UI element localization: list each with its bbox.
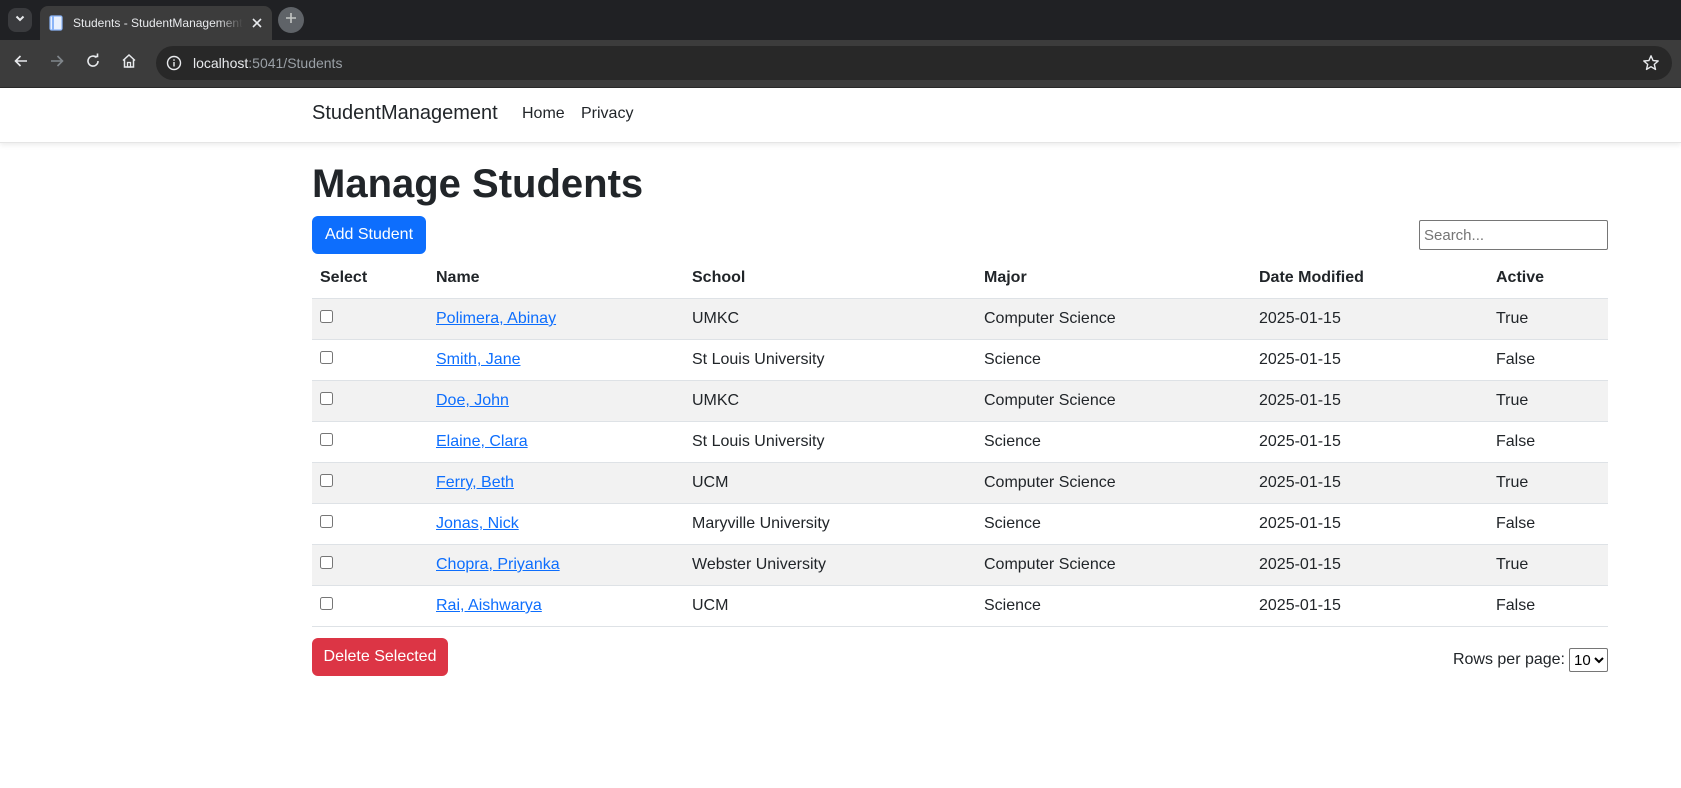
site-navbar: StudentManagement Home Privacy	[0, 88, 1681, 143]
info-icon[interactable]	[164, 53, 184, 73]
cell-major: Science	[976, 503, 1251, 545]
table-header-row: Select Name School Major Date Modified A…	[312, 258, 1608, 299]
cell-school: UMKC	[684, 380, 976, 422]
row-select-checkbox[interactable]	[320, 556, 333, 570]
student-name-link[interactable]: Polimera, Abinay	[436, 310, 556, 327]
browser-tab-active[interactable]: Students - StudentManagement	[40, 6, 272, 40]
cell-major: Science	[976, 585, 1251, 627]
chevron-down-icon	[14, 11, 26, 29]
column-header-date-modified: Date Modified	[1251, 258, 1488, 299]
row-select-checkbox[interactable]	[320, 433, 333, 447]
table-row: Rai, Aishwarya UCM Science 2025-01-15 Fa…	[312, 585, 1608, 627]
browser-tabstrip: Students - StudentManagement	[0, 0, 1681, 40]
cell-active: False	[1488, 421, 1608, 463]
cell-major: Computer Science	[976, 544, 1251, 586]
star-icon[interactable]	[1642, 54, 1660, 72]
cell-date-modified: 2025-01-15	[1251, 421, 1488, 463]
page-title: Manage Students	[312, 162, 644, 206]
cell-active: False	[1488, 339, 1608, 381]
nav-link-privacy[interactable]: Privacy	[581, 105, 633, 123]
cell-active: True	[1488, 462, 1608, 504]
column-header-school: School	[684, 258, 976, 299]
plus-icon	[285, 11, 297, 29]
close-icon[interactable]	[249, 15, 265, 31]
cell-school: UMKC	[684, 298, 976, 340]
student-name-link[interactable]: Ferry, Beth	[436, 474, 514, 491]
row-select-checkbox[interactable]	[320, 310, 333, 324]
rows-per-page-label: Rows per page:	[1452, 651, 1565, 668]
url-text: localhost:5041/Students	[193, 55, 342, 71]
cell-school: St Louis University	[684, 421, 976, 463]
search-input[interactable]	[1419, 220, 1608, 250]
student-name-link[interactable]: Doe, John	[436, 392, 509, 409]
student-name-link[interactable]: Elaine, Clara	[436, 433, 528, 450]
cell-school: UCM	[684, 585, 976, 627]
student-name-link[interactable]: Jonas, Nick	[436, 515, 519, 532]
tab-title: Students - StudentManagement	[73, 16, 243, 30]
table-row: Chopra, Priyanka Webster University Comp…	[312, 544, 1608, 586]
cell-major: Science	[976, 421, 1251, 463]
table-row: Jonas, Nick Maryville University Science…	[312, 503, 1608, 545]
tab-search-button[interactable]	[8, 8, 32, 32]
cell-active: True	[1488, 544, 1608, 586]
cell-date-modified: 2025-01-15	[1251, 380, 1488, 422]
cell-major: Computer Science	[976, 462, 1251, 504]
home-icon	[121, 53, 137, 74]
url-host: localhost	[193, 55, 249, 71]
cell-date-modified: 2025-01-15	[1251, 298, 1488, 340]
rows-per-page-control: Rows per page: 10	[1453, 648, 1608, 672]
reload-icon	[85, 53, 101, 74]
document-icon	[48, 15, 64, 31]
cell-active: True	[1488, 380, 1608, 422]
row-select-checkbox[interactable]	[320, 597, 333, 611]
address-bar[interactable]: localhost:5041/Students	[156, 46, 1672, 80]
arrow-right-icon	[49, 53, 65, 74]
cell-active: False	[1488, 585, 1608, 627]
forward-button[interactable]	[46, 52, 68, 74]
student-name-link[interactable]: Chopra, Priyanka	[436, 556, 560, 573]
column-header-select: Select	[312, 258, 428, 299]
row-select-checkbox[interactable]	[320, 515, 333, 529]
column-header-name: Name	[428, 258, 684, 299]
cell-date-modified: 2025-01-15	[1251, 544, 1488, 586]
cell-date-modified: 2025-01-15	[1251, 585, 1488, 627]
cell-school: Maryville University	[684, 503, 976, 545]
delete-selected-button[interactable]: Delete Selected	[312, 638, 448, 676]
add-student-button[interactable]: Add Student	[312, 216, 426, 254]
rows-per-page-select[interactable]: 10	[1569, 648, 1608, 672]
row-select-checkbox[interactable]	[320, 474, 333, 488]
cell-major: Computer Science	[976, 380, 1251, 422]
url-path: :5041/Students	[248, 55, 343, 71]
arrow-left-icon	[13, 53, 29, 74]
table-row: Ferry, Beth UCM Computer Science 2025-01…	[312, 462, 1608, 504]
navbar-brand[interactable]: StudentManagement	[312, 102, 498, 125]
column-header-active: Active	[1488, 258, 1608, 299]
cell-date-modified: 2025-01-15	[1251, 462, 1488, 504]
home-button[interactable]	[118, 52, 140, 74]
nav-link-home[interactable]: Home	[522, 105, 565, 123]
student-name-link[interactable]: Rai, Aishwarya	[436, 597, 542, 614]
cell-major: Science	[976, 339, 1251, 381]
cell-active: True	[1488, 298, 1608, 340]
cell-date-modified: 2025-01-15	[1251, 339, 1488, 381]
column-header-major: Major	[976, 258, 1251, 299]
cell-date-modified: 2025-01-15	[1251, 503, 1488, 545]
cell-major: Computer Science	[976, 298, 1251, 340]
table-row: Polimera, Abinay UMKC Computer Science 2…	[312, 298, 1608, 340]
cell-school: UCM	[684, 462, 976, 504]
new-tab-button[interactable]	[278, 7, 304, 33]
student-name-link[interactable]: Smith, Jane	[436, 351, 520, 368]
row-select-checkbox[interactable]	[320, 351, 333, 365]
row-select-checkbox[interactable]	[320, 392, 333, 406]
back-button[interactable]	[10, 52, 32, 74]
cell-school: Webster University	[684, 544, 976, 586]
table-row: Doe, John UMKC Computer Science 2025-01-…	[312, 380, 1608, 422]
browser-toolbar: localhost:5041/Students	[0, 40, 1681, 88]
table-row: Elaine, Clara St Louis University Scienc…	[312, 421, 1608, 463]
cell-active: False	[1488, 503, 1608, 545]
cell-school: St Louis University	[684, 339, 976, 381]
students-table: Select Name School Major Date Modified A…	[312, 258, 1608, 627]
table-row: Smith, Jane St Louis University Science …	[312, 339, 1608, 381]
reload-button[interactable]	[82, 52, 104, 74]
